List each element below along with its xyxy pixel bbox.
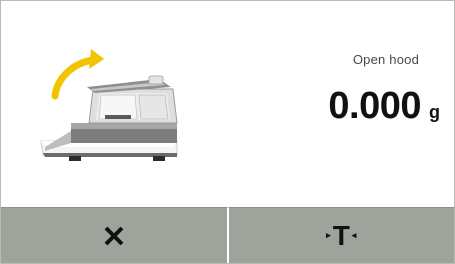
tare-arrow-right-icon: ◂ xyxy=(351,230,357,240)
close-icon xyxy=(104,226,124,245)
weighing-display: Open hood 0.000 g xyxy=(1,1,454,207)
button-bar: ▸ T ◂ xyxy=(1,207,454,263)
weight-readout: 0.000 g xyxy=(328,85,440,128)
tare-icon: ▸ T ◂ xyxy=(324,220,358,252)
cancel-button[interactable] xyxy=(1,207,227,263)
weight-value: 0.000 xyxy=(328,85,421,127)
tare-label: T xyxy=(332,219,350,251)
balance-open-hood-icon xyxy=(40,49,178,161)
tare-arrow-left-icon: ▸ xyxy=(326,230,331,240)
weight-unit: g xyxy=(429,102,440,122)
status-message: Open hood xyxy=(352,52,419,67)
tare-button[interactable]: ▸ T ◂ xyxy=(226,207,454,263)
balance-screen: Open hood 0.000 g ▸ T ◂ xyxy=(0,0,455,264)
